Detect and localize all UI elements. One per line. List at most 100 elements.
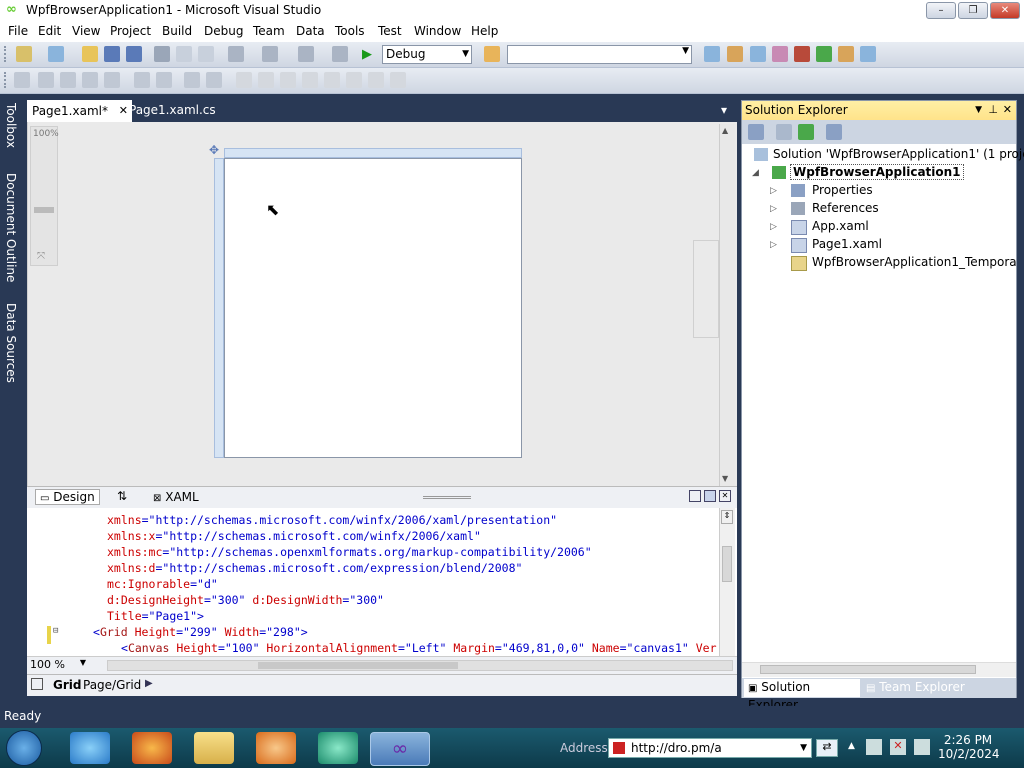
extension-icon[interactable] <box>816 46 832 62</box>
file-explorer-icon[interactable] <box>194 732 234 764</box>
fit-to-window-icon[interactable]: ⤧ <box>37 251 45 262</box>
menu-project[interactable]: Project <box>110 24 151 38</box>
data-sources-tab[interactable]: Data Sources <box>2 303 18 383</box>
vertical-spacing-icon[interactable] <box>206 72 222 88</box>
menu-build[interactable]: Build <box>162 24 192 38</box>
panel-menu-icon[interactable]: ▼ <box>975 101 982 119</box>
collapsed-icon[interactable]: ▷ <box>770 204 777 214</box>
split-editor-icon[interactable]: ⇕ <box>721 510 733 524</box>
breadcrumb-current[interactable]: Grid <box>53 678 81 692</box>
start-button-icon[interactable] <box>6 730 42 766</box>
open-file-icon[interactable] <box>82 46 98 62</box>
active-files-dropdown-icon[interactable]: ▾ <box>721 103 727 117</box>
comment-icon[interactable] <box>280 72 296 88</box>
properties-icon[interactable] <box>748 124 764 140</box>
object-browser-icon[interactable] <box>750 46 766 62</box>
breadcrumb-next-icon[interactable]: ▶ <box>145 678 153 689</box>
platform-select[interactable]: ▼ <box>507 45 692 64</box>
collapse-pane-icon[interactable]: ✕ <box>719 490 731 502</box>
show-hidden-icons-icon[interactable]: ▲ <box>848 741 855 751</box>
scroll-thumb[interactable] <box>722 546 732 582</box>
splitter-grip[interactable] <box>423 496 471 499</box>
menu-tools[interactable]: Tools <box>335 24 365 38</box>
horizontal-spacing-icon[interactable] <box>184 72 200 88</box>
tree-item-references[interactable]: References <box>812 201 879 215</box>
scroll-down-icon[interactable]: ▼ <box>722 474 728 483</box>
save-icon[interactable] <box>104 46 120 62</box>
properties-icon[interactable] <box>727 46 743 62</box>
pin-icon[interactable]: ⊥ <box>988 101 998 119</box>
solution-explorer-hscrollbar[interactable] <box>742 662 1016 677</box>
send-to-back-icon[interactable] <box>258 72 274 88</box>
xaml-editor[interactable]: ⊟ xmlns="http://schemas.microsoft.com/wi… <box>27 508 737 656</box>
scroll-thumb-region[interactable] <box>693 240 719 338</box>
configuration-select[interactable]: Debug ▼ <box>382 45 472 64</box>
media-player-icon[interactable] <box>256 732 296 764</box>
undo-icon[interactable] <box>228 46 244 62</box>
tree-item-temporary-key[interactable]: WpfBrowserApplication1_TemporaryKe <box>812 255 1016 269</box>
align-lefts-icon[interactable] <box>14 72 30 88</box>
vertical-split-icon[interactable] <box>689 490 701 502</box>
horizontal-scrollbar[interactable] <box>107 660 733 671</box>
make-same-height-icon[interactable] <box>156 72 172 88</box>
grid-column-rail[interactable] <box>224 148 522 158</box>
tree-item-page1-xaml[interactable]: Page1.xaml <box>812 237 882 251</box>
next-bookmark-icon[interactable] <box>368 72 384 88</box>
menu-help[interactable]: Help <box>471 24 498 38</box>
zoom-slider-thumb[interactable] <box>34 207 54 213</box>
move-handle-icon[interactable]: ✥ <box>209 143 219 157</box>
refresh-icon[interactable] <box>798 124 814 140</box>
class-view-icon[interactable] <box>838 46 854 62</box>
address-bar[interactable]: http://dro.pm/a ▼ <box>608 738 812 758</box>
volume-muted-icon[interactable]: ✕ <box>890 739 906 755</box>
menu-file[interactable]: File <box>8 24 28 38</box>
bring-to-front-icon[interactable] <box>236 72 252 88</box>
navigate-back-icon[interactable] <box>298 46 314 62</box>
menu-debug[interactable]: Debug <box>204 24 243 38</box>
tree-item-app-xaml[interactable]: App.xaml <box>812 219 869 233</box>
action-center-flag-icon[interactable] <box>914 739 930 755</box>
tree-project[interactable]: WpfBrowserApplication1 <box>790 164 964 180</box>
prev-bookmark-icon[interactable] <box>346 72 362 88</box>
show-all-files-icon[interactable] <box>776 124 792 140</box>
collapsed-icon[interactable]: ▷ <box>770 240 777 250</box>
tab-team-explorer[interactable]: ▤ Team Explorer <box>866 679 965 697</box>
close-button[interactable]: ✕ <box>990 2 1020 19</box>
tree-item-properties[interactable]: Properties <box>812 183 873 197</box>
find-in-files-icon[interactable] <box>484 46 500 62</box>
breadcrumb-path[interactable]: Page/Grid <box>83 678 141 692</box>
toolbox-icon[interactable] <box>772 46 788 62</box>
expanded-icon[interactable]: ◢ <box>752 168 759 178</box>
document-outline-tab[interactable]: Document Outline <box>2 173 18 282</box>
menu-test[interactable]: Test <box>378 24 402 38</box>
camtasia-icon[interactable] <box>318 732 358 764</box>
close-icon[interactable]: ✕ <box>1003 101 1012 119</box>
align-centers-icon[interactable] <box>38 72 54 88</box>
visual-studio-taskbar-icon[interactable]: ∞ <box>370 732 430 766</box>
h-scroll-thumb[interactable] <box>258 662 458 669</box>
make-same-width-icon[interactable] <box>134 72 150 88</box>
toolbox-tab[interactable]: Toolbox <box>2 103 18 148</box>
clear-bookmarks-icon[interactable] <box>390 72 406 88</box>
minimize-button[interactable]: – <box>926 2 956 19</box>
system-clock[interactable]: 2:26 PM 10/2/2024 <box>938 733 1000 767</box>
firefox-icon[interactable] <box>132 732 172 764</box>
zoom-select[interactable]: 100 % ▼ <box>30 658 88 673</box>
document-outline-icon[interactable] <box>31 678 43 690</box>
toolbar-grip[interactable] <box>4 72 9 88</box>
tab-design[interactable]: ▭ Design <box>35 489 100 505</box>
grid-row-rail[interactable] <box>214 158 224 458</box>
uncomment-icon[interactable] <box>302 72 318 88</box>
scroll-up-icon[interactable]: ▲ <box>722 126 728 135</box>
zoom-control[interactable]: 100% ⤧ <box>30 126 59 266</box>
internet-explorer-icon[interactable] <box>70 732 110 764</box>
go-refresh-icon[interactable]: ⇄ <box>816 739 838 757</box>
bookmark-icon[interactable] <box>324 72 340 88</box>
menu-team[interactable]: Team <box>253 24 285 38</box>
start-debugging-icon[interactable]: ▶ <box>362 47 372 62</box>
collapsed-icon[interactable]: ▷ <box>770 222 777 232</box>
horizontal-split-icon[interactable] <box>704 490 716 502</box>
align-rights-icon[interactable] <box>60 72 76 88</box>
new-project-icon[interactable] <box>16 46 32 62</box>
align-middles-icon[interactable] <box>104 72 120 88</box>
